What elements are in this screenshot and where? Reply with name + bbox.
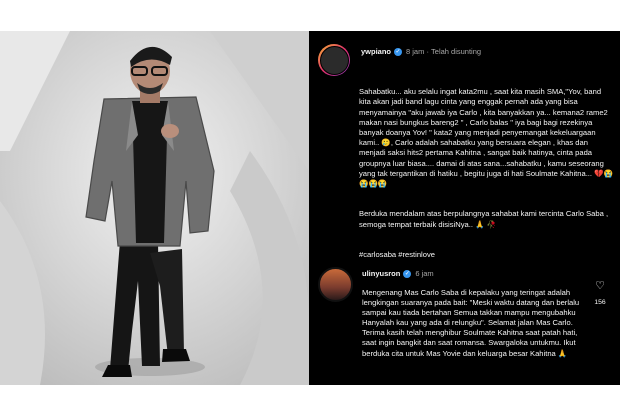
heart-icon[interactable]: ♡ (591, 280, 609, 292)
post-meta: ywpiano ✓ 8 jam · Telah disunting (361, 47, 481, 56)
meta-separator: · (424, 47, 432, 56)
comment-text: Mengenang Mas Carlo Saba di kepalaku yan… (362, 288, 580, 358)
post-photo (0, 31, 309, 385)
caption-hashtags[interactable]: #carlosaba #restinlove (359, 250, 614, 260)
post-header: ywpiano ✓ 8 jam · Telah disunting (318, 44, 481, 76)
like-count: 156 (594, 299, 606, 306)
verified-badge-icon: ✓ (403, 269, 412, 278)
edited-label: Telah disunting (431, 47, 482, 56)
avatar-image (319, 45, 349, 75)
caption-paragraph: Sahabatku... aku selalu ingat kata2mu , … (359, 87, 614, 189)
comment-time: 6 jam (415, 269, 434, 278)
comment-avatar[interactable] (318, 267, 353, 302)
comment-username[interactable]: ulinyusron (362, 269, 400, 278)
comment-body: ulinyusron ✓ 6 jam Mengenang Mas Carlo S… (362, 267, 583, 359)
caption-paragraph: Berduka mendalam atas berpulangnya sahab… (359, 209, 609, 229)
post-detail-panel: ywpiano ✓ 8 jam · Telah disunting Sahaba… (309, 31, 620, 385)
post-caption: Sahabatku... aku selalu ingat kata2mu , … (359, 77, 614, 280)
verified-badge-icon: ✓ (394, 47, 403, 56)
comment-like: ♡ 156 (591, 280, 609, 306)
post-username[interactable]: ywpiano (361, 47, 391, 56)
comment-item: ulinyusron ✓ 6 jam Mengenang Mas Carlo S… (318, 267, 616, 359)
avatar[interactable] (318, 44, 350, 76)
comment-meta: ulinyusron ✓ 6 jam (362, 269, 583, 278)
post-time: 8 jam (406, 47, 425, 56)
photo-illustration (0, 31, 309, 385)
